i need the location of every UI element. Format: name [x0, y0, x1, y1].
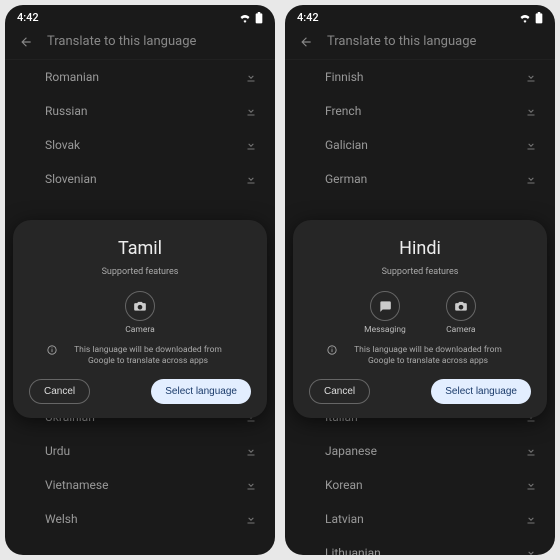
appbar-title: Translate to this language	[327, 34, 476, 49]
list-item[interactable]: Korean	[285, 468, 555, 502]
list-item[interactable]: Slovak	[5, 128, 275, 162]
app-bar: Translate to this language	[5, 26, 275, 60]
list-item[interactable]: Galician	[285, 128, 555, 162]
list-item[interactable]: Welsh	[5, 502, 275, 536]
phone-left: 4:42 Translate to this language Romanian…	[5, 5, 275, 555]
language-label: German	[325, 172, 367, 186]
list-item[interactable]: Japanese	[285, 434, 555, 468]
battery-icon	[255, 12, 263, 24]
language-label: French	[325, 104, 361, 118]
status-time: 4:42	[17, 11, 39, 24]
download-icon[interactable]	[525, 547, 537, 555]
download-icon[interactable]	[525, 479, 537, 491]
appbar-title: Translate to this language	[47, 34, 196, 49]
app-bar: Translate to this language	[285, 26, 555, 60]
download-icon[interactable]	[525, 71, 537, 83]
download-icon[interactable]	[525, 105, 537, 117]
status-icons	[239, 12, 263, 24]
status-time: 4:42	[297, 11, 319, 24]
language-label: Urdu	[45, 444, 70, 458]
list-item[interactable]: Urdu	[5, 434, 275, 468]
language-list[interactable]: RomanianRussianSlovakSlovenianTurkishUkr…	[5, 60, 275, 555]
list-item[interactable]: Finnish	[285, 60, 555, 94]
list-item[interactable]: French	[285, 94, 555, 128]
status-bar: 4:42	[5, 5, 275, 26]
list-item[interactable]: Latvian	[285, 502, 555, 536]
download-icon[interactable]	[245, 173, 257, 185]
features-row: Messaging Camera	[309, 291, 531, 335]
status-bar: 4:42	[285, 5, 555, 26]
dialog-buttons: Cancel Select language	[29, 379, 251, 404]
download-note: This language will be downloaded from Go…	[29, 345, 251, 367]
dialog-title: Tamil	[29, 238, 251, 259]
download-icon[interactable]	[245, 513, 257, 525]
list-item[interactable]: Slovenian	[5, 162, 275, 196]
language-label: Lithuanian	[325, 546, 381, 555]
camera-icon	[125, 291, 155, 321]
dialog-subtitle: Supported features	[309, 267, 531, 277]
phone-right: 4:42 Translate to this language Finnish F…	[285, 5, 555, 555]
status-icons	[519, 12, 543, 24]
list-item[interactable]: Vietnamese	[5, 468, 275, 502]
messaging-icon	[370, 291, 400, 321]
dialog-title: Hindi	[309, 238, 531, 259]
language-label: Vietnamese	[45, 478, 108, 492]
language-label: Russian	[45, 104, 87, 118]
info-icon	[327, 345, 337, 355]
language-label: Slovak	[45, 138, 80, 152]
cancel-button[interactable]: Cancel	[309, 379, 370, 404]
list-item[interactable]: Russian	[5, 94, 275, 128]
language-label: Korean	[325, 478, 363, 492]
list-item[interactable]: Lithuanian	[285, 536, 555, 555]
list-item[interactable]: Romanian	[5, 60, 275, 94]
cancel-button[interactable]: Cancel	[29, 379, 90, 404]
feature-camera: Camera	[446, 291, 476, 335]
language-label: Romanian	[45, 70, 99, 84]
feature-label: Camera	[125, 325, 154, 335]
dialog-subtitle: Supported features	[29, 267, 251, 277]
download-icon[interactable]	[245, 479, 257, 491]
language-label: Galician	[325, 138, 368, 152]
language-dialog: Hindi Supported features Messaging Camera…	[293, 220, 547, 418]
wifi-icon	[239, 13, 251, 23]
download-icon[interactable]	[525, 445, 537, 457]
wifi-icon	[519, 13, 531, 23]
features-row: Camera	[29, 291, 251, 335]
back-icon[interactable]	[299, 35, 313, 49]
language-list[interactable]: FinnishFrenchGalicianGermanIrishItalianJ…	[285, 60, 555, 555]
feature-label: Camera	[446, 325, 475, 335]
download-icon[interactable]	[245, 139, 257, 151]
feature-messaging: Messaging	[364, 291, 406, 335]
language-label: Latvian	[325, 512, 364, 526]
language-label: Japanese	[325, 444, 377, 458]
info-icon	[47, 345, 57, 355]
download-icon[interactable]	[245, 445, 257, 457]
download-icon[interactable]	[525, 139, 537, 151]
language-label: Slovenian	[45, 172, 97, 186]
dialog-buttons: Cancel Select language	[309, 379, 531, 404]
select-language-button[interactable]: Select language	[431, 379, 531, 404]
camera-icon	[446, 291, 476, 321]
back-icon[interactable]	[19, 35, 33, 49]
download-icon[interactable]	[245, 71, 257, 83]
download-icon[interactable]	[245, 105, 257, 117]
download-note: This language will be downloaded from Go…	[309, 345, 531, 367]
feature-label: Messaging	[364, 325, 406, 335]
download-icon[interactable]	[525, 513, 537, 525]
list-item[interactable]: German	[285, 162, 555, 196]
download-icon[interactable]	[525, 173, 537, 185]
language-label: Welsh	[45, 512, 78, 526]
language-label: Finnish	[325, 70, 364, 84]
language-dialog: Tamil Supported features Camera This lan…	[13, 220, 267, 418]
battery-icon	[535, 12, 543, 24]
feature-camera: Camera	[125, 291, 155, 335]
select-language-button[interactable]: Select language	[151, 379, 251, 404]
